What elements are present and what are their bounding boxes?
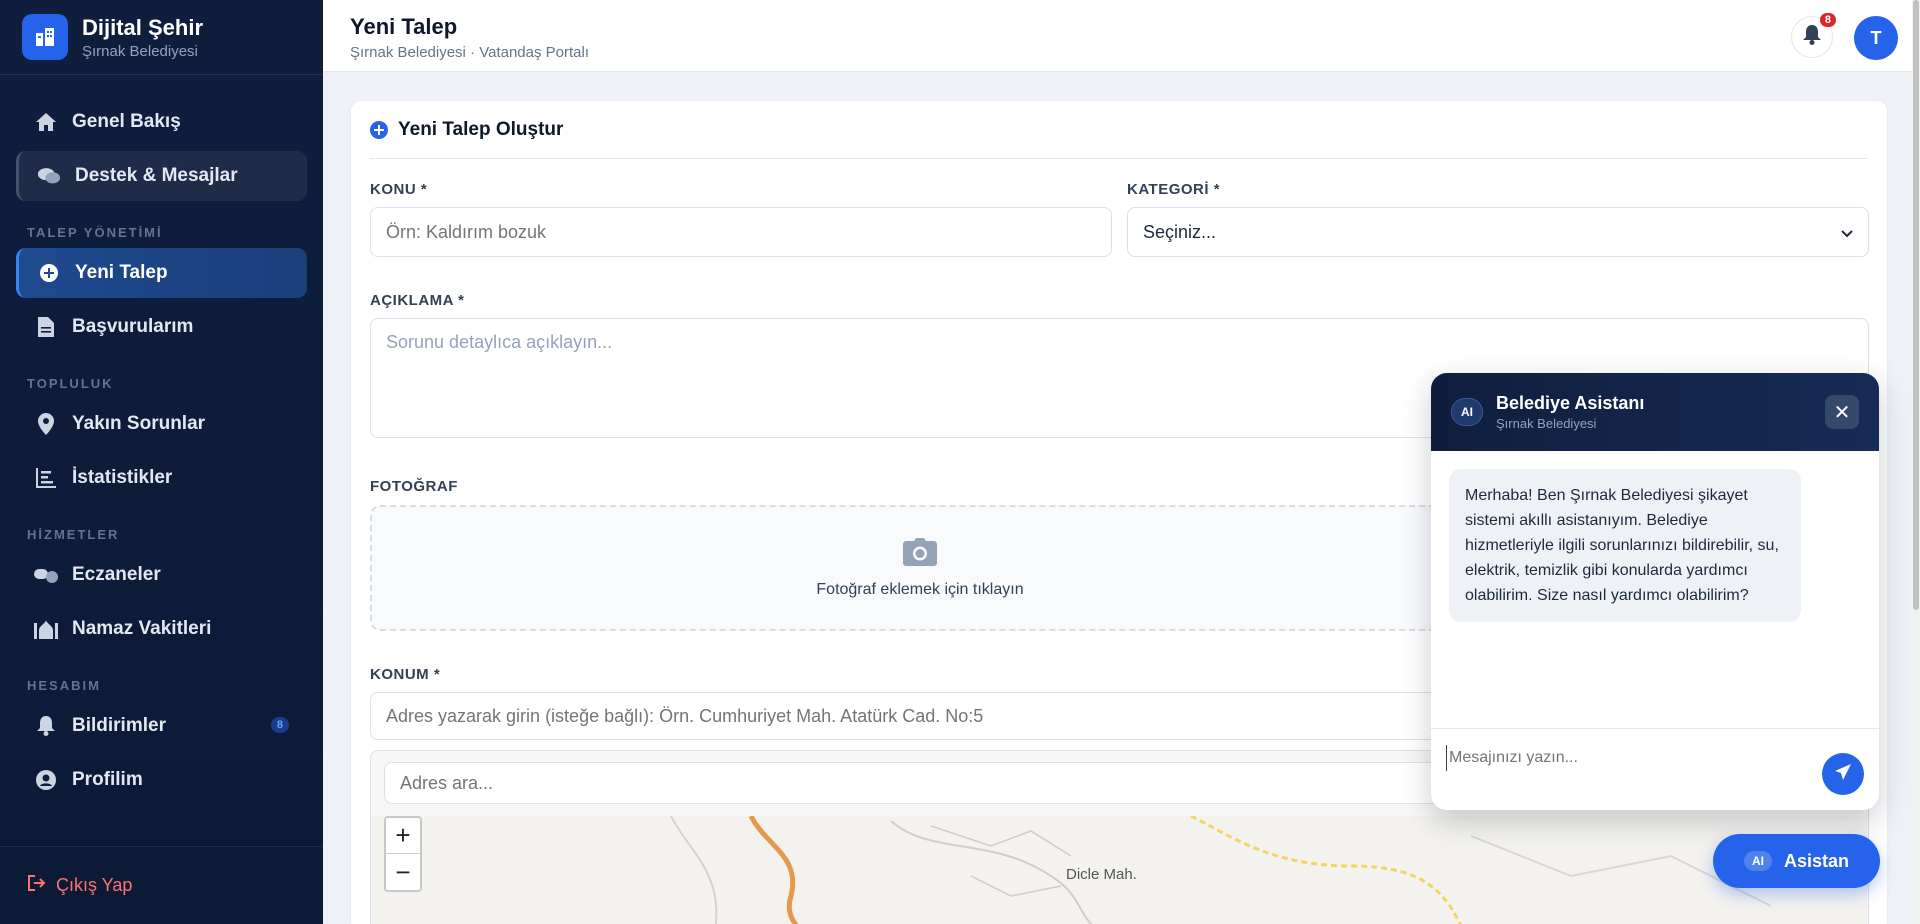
sidebar-item-label: Profilim bbox=[72, 769, 143, 790]
sidebar-item-notifications[interactable]: Bildirimler 8 bbox=[16, 701, 307, 751]
photo-label: FOTOĞRAF bbox=[370, 478, 458, 495]
user-circle-icon bbox=[34, 768, 58, 792]
subject-label: KONU * bbox=[370, 181, 428, 198]
avatar[interactable]: T bbox=[1854, 16, 1898, 60]
logout-label: Çıkış Yap bbox=[56, 875, 133, 895]
chat-icon bbox=[37, 164, 61, 188]
logout-button[interactable]: Çıkış Yap bbox=[0, 846, 323, 924]
page-title: Yeni Talep bbox=[350, 14, 458, 39]
chevron-down-icon bbox=[1841, 222, 1853, 243]
logout-icon bbox=[28, 875, 46, 896]
sidebar-item-label: Başvurularım bbox=[72, 316, 194, 337]
send-icon bbox=[1834, 763, 1852, 786]
plus-circle-icon bbox=[370, 120, 388, 139]
sidebar-item-statistics[interactable]: İstatistikler bbox=[16, 453, 307, 503]
chat-title: Belediye Asistanı bbox=[1496, 393, 1645, 413]
brand-title: Dijital Şehir bbox=[82, 14, 204, 40]
city-icon bbox=[22, 14, 68, 60]
chat-composer bbox=[1431, 728, 1879, 810]
sidebar-item-pharmacies[interactable]: Eczaneler bbox=[16, 550, 307, 600]
home-icon bbox=[34, 110, 58, 134]
sidebar-item-new-request[interactable]: Yeni Talep bbox=[16, 248, 307, 298]
map-search-input[interactable] bbox=[384, 762, 1464, 804]
mosque-icon bbox=[34, 617, 58, 641]
sidebar-item-label: Bildirimler bbox=[72, 715, 166, 736]
sidebar-item-label: Eczaneler bbox=[72, 564, 161, 585]
location-pin-icon bbox=[34, 412, 58, 436]
ai-badge: AI bbox=[1743, 851, 1772, 871]
brand[interactable]: Dijital Şehir Şırnak Belediyesi bbox=[0, 0, 323, 75]
scrollbar-thumb[interactable] bbox=[1913, 0, 1919, 610]
map-canvas[interactable]: Dicle Mah. bbox=[371, 814, 1868, 924]
assistant-message: Merhaba! Ben Şırnak Belediyesi şikayet s… bbox=[1449, 469, 1801, 622]
zoom-in-button[interactable]: + bbox=[386, 818, 420, 854]
map-zoom-controls: + − bbox=[384, 816, 422, 892]
sidebar-item-nearby-issues[interactable]: Yakın Sorunlar bbox=[16, 399, 307, 449]
section-label-requests: TALEP YÖNETİMİ bbox=[27, 225, 163, 240]
map-place-label: Dicle Mah. bbox=[1066, 866, 1137, 883]
pills-icon bbox=[34, 563, 58, 587]
sidebar-item-label: Namaz Vakitleri bbox=[72, 618, 212, 639]
sidebar-item-profile[interactable]: Profilim bbox=[16, 755, 307, 805]
category-select[interactable]: Seçiniz... bbox=[1127, 207, 1869, 257]
sidebar-item-overview[interactable]: Genel Bakış bbox=[16, 97, 307, 147]
camera-icon bbox=[903, 537, 937, 571]
sidebar-nav: Genel Bakış Destek & Mesajlar TALEP YÖNE… bbox=[0, 75, 323, 805]
photo-upload-area[interactable]: Fotoğraf eklemek için tıklayın bbox=[370, 505, 1470, 631]
assistant-chat-window: AI Belediye Asistanı Şırnak Belediyesi ✕… bbox=[1431, 373, 1879, 810]
brand-subtitle: Şırnak Belediyesi bbox=[82, 42, 198, 60]
send-button[interactable] bbox=[1822, 753, 1864, 795]
chat-header: AI Belediye Asistanı Şırnak Belediyesi ✕ bbox=[1431, 373, 1879, 451]
sidebar: Dijital Şehir Şırnak Belediyesi Genel Ba… bbox=[0, 0, 323, 924]
sidebar-item-label: Destek & Mesajlar bbox=[75, 165, 238, 186]
photo-upload-hint: Fotoğraf eklemek için tıklayın bbox=[816, 580, 1024, 598]
page-scrollbar[interactable] bbox=[1912, 0, 1920, 924]
subject-input[interactable] bbox=[370, 207, 1112, 257]
assistant-toggle-button[interactable]: AI Asistan bbox=[1713, 834, 1880, 888]
chat-message-input[interactable] bbox=[1446, 745, 1806, 771]
document-icon bbox=[34, 315, 58, 339]
ai-badge: AI bbox=[1451, 398, 1483, 426]
assistant-button-label: Asistan bbox=[1783, 850, 1850, 871]
form-heading-text: Yeni Talep Oluştur bbox=[398, 118, 564, 140]
form-heading: Yeni Talep Oluştur bbox=[370, 101, 1868, 159]
zoom-out-button[interactable]: − bbox=[386, 854, 420, 890]
category-label: KATEGORİ * bbox=[1127, 181, 1221, 198]
sidebar-item-my-applications[interactable]: Başvurularım bbox=[16, 302, 307, 352]
sidebar-item-prayer-times[interactable]: Namaz Vakitleri bbox=[16, 604, 307, 654]
notifications-count-badge: 8 bbox=[270, 717, 289, 733]
topbar: Yeni Talep Şırnak Belediyesi · Vatandaş … bbox=[323, 0, 1920, 72]
description-label: AÇIKLAMA * bbox=[370, 292, 465, 309]
section-label-services: HİZMETLER bbox=[27, 527, 120, 542]
section-label-account: HESABIM bbox=[27, 678, 101, 693]
section-label-community: TOPLULUK bbox=[27, 376, 114, 391]
notification-count-badge: 8 bbox=[1819, 13, 1836, 27]
plus-circle-icon bbox=[37, 261, 61, 285]
notifications-button[interactable]: 8 bbox=[1791, 13, 1836, 58]
close-icon[interactable]: ✕ bbox=[1825, 395, 1859, 429]
sidebar-item-support[interactable]: Destek & Mesajlar bbox=[16, 151, 307, 201]
sidebar-item-label: Yeni Talep bbox=[75, 262, 168, 283]
bell-icon bbox=[1803, 24, 1821, 50]
chart-icon bbox=[34, 466, 58, 490]
sidebar-item-label: Genel Bakış bbox=[72, 111, 181, 132]
bell-icon bbox=[34, 714, 58, 738]
chat-subtitle: Şırnak Belediyesi bbox=[1496, 416, 1597, 431]
category-selected-value: Seçiniz... bbox=[1143, 221, 1217, 242]
page-subtitle: Şırnak Belediyesi · Vatandaş Portalı bbox=[350, 44, 590, 61]
sidebar-item-label: Yakın Sorunlar bbox=[72, 413, 206, 434]
location-label: KONUM * bbox=[370, 666, 441, 683]
sidebar-item-label: İstatistikler bbox=[72, 467, 173, 488]
address-input[interactable] bbox=[370, 692, 1470, 740]
